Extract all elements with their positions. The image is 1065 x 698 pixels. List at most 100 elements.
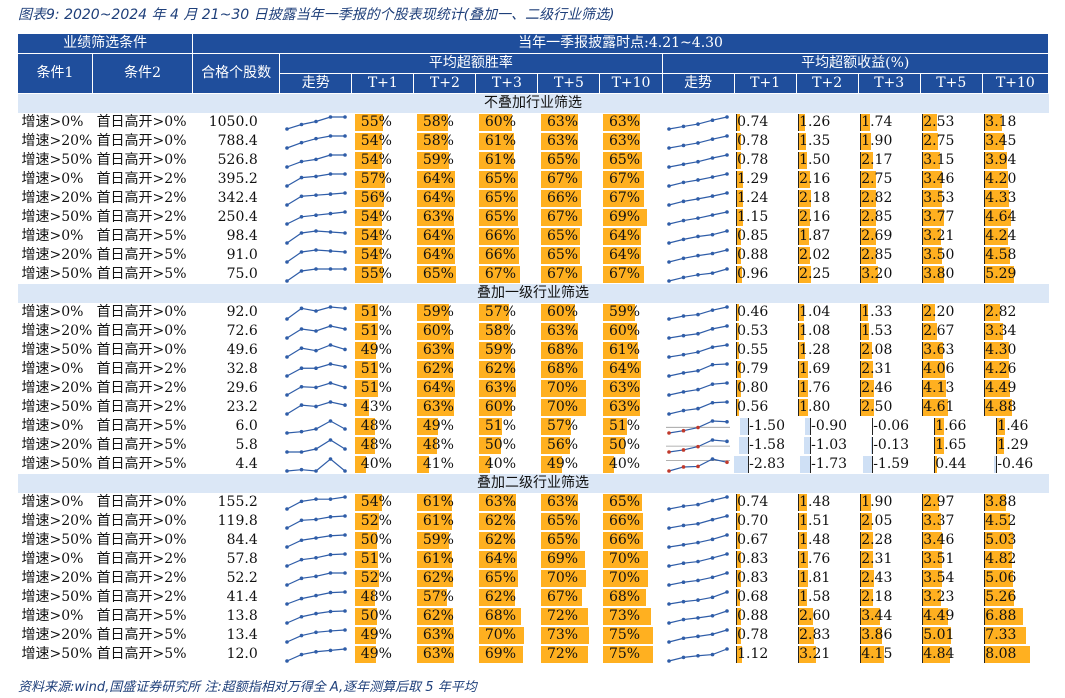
trend-sparkline (667, 646, 729, 663)
excess-value: 2.20 (923, 304, 955, 320)
excess-cell: 3.80 (920, 265, 982, 284)
excess-value: 1.80 (799, 399, 831, 415)
winrate-cell: 63% (538, 493, 600, 512)
excess-cell: 4.64 (982, 208, 1048, 227)
excess-cell: -1.50 (734, 417, 796, 436)
winrate-value: 67% (546, 266, 579, 282)
sparkline-point (696, 615, 700, 620)
winrate-trend-cell (280, 379, 352, 398)
excess-value: 1.50 (799, 152, 831, 168)
winrate-value: 65% (484, 190, 517, 206)
excess-cell: 3.20 (858, 265, 920, 284)
winrate-cell: 57% (538, 417, 600, 436)
winrate-trend-cell (280, 151, 352, 170)
sparkline-point (696, 444, 700, 448)
table-row: 增速>0% 首日高开>0% 1050.0 55% 58% 60% 63% 63% 0.74 1.2… (18, 113, 1049, 132)
sparkline-point (313, 426, 318, 431)
winrate-value: 49% (546, 456, 579, 472)
cond1-cell: 增速>20% (21, 247, 93, 263)
count-cell: 155.2 (217, 494, 258, 510)
excess-trend-cell (662, 208, 734, 227)
sparkline-point (299, 429, 304, 433)
sparkline-point (284, 145, 289, 150)
excess-cell: 2.46 (858, 379, 920, 398)
count-cell: 92.0 (226, 304, 258, 320)
winrate-value: 60% (546, 304, 579, 320)
excess-cell: 1.35 (796, 132, 858, 151)
excess-value: 0.46 (737, 304, 769, 320)
sparkline-point (710, 232, 715, 236)
cond1-cell: 增速>50% (21, 152, 93, 168)
excess-trend-cell (662, 360, 734, 379)
winrate-value: 67% (546, 171, 579, 187)
cond1-cell: 增速>50% (21, 532, 93, 548)
excess-value: 2.28 (861, 532, 893, 548)
count-cell: 57.8 (226, 551, 258, 567)
trend-sparkline (667, 380, 729, 397)
winrate-cell: 62% (476, 512, 538, 531)
table-row: 增速>0% 首日高开>5% 13.8 50% 62% 68% 72% 73% 0.88 2.60 3… (18, 607, 1049, 626)
winrate-cell: 65% (476, 170, 538, 189)
winrate-value: 65% (484, 171, 517, 187)
cond2-cell: 首日高开>2% (96, 399, 187, 415)
winrate-cell: 61% (414, 493, 476, 512)
excess-value: 3.50 (923, 247, 955, 263)
winrate-value: 49% (360, 646, 392, 662)
excess-trend-cell (662, 645, 734, 664)
excess-cell: 5.26 (982, 588, 1048, 607)
table-row: 增速>50% 首日高开>2% 23.2 43% 63% 60% 70% 63% 0.56 1.80… (18, 398, 1049, 417)
excess-trend-cell (662, 151, 734, 170)
sparkline-point (342, 114, 347, 119)
winrate-cell: 68% (538, 360, 600, 379)
cond2-cell: 首日高开>2% (96, 551, 187, 567)
excess-cell: 3.46 (920, 531, 982, 550)
sparkline-point (299, 122, 304, 126)
sparkline-point (299, 517, 304, 522)
sparkline-point (725, 380, 729, 385)
excess-value: 4.84 (923, 646, 955, 662)
excess-cell: 2.20 (920, 303, 982, 322)
table-row: 增速>50% 首日高开>5% 75.0 55% 65% 67% 67% 67% 0.96 2.25… (18, 265, 1049, 284)
trend-sparkline (284, 456, 347, 473)
winrate-cell: 64% (600, 360, 662, 379)
sparkline-point (681, 389, 686, 394)
excess-cell: 4.88 (982, 398, 1048, 417)
winrate-trend-cell (280, 246, 352, 265)
sparkline-point (696, 159, 700, 164)
winrate-cell: 51% (600, 417, 662, 436)
winrate-value: 64% (422, 171, 454, 187)
winrate-value: 66% (608, 532, 641, 548)
count-cell: 1050.0 (208, 114, 258, 130)
sparkline-point (696, 312, 700, 316)
excess-trend-cell (662, 341, 734, 360)
excess-cell: 3.44 (858, 607, 920, 626)
sparkline-point (284, 335, 289, 340)
table-row: 增速>20% 首日高开>0% 119.8 52% 61% 62% 65% 66% 0.70 1.5… (18, 512, 1049, 531)
winrate-value: 61% (422, 513, 454, 529)
excess-value: 4.88 (985, 399, 1017, 415)
excess-value: 1.46 (997, 418, 1029, 434)
sparkline-path (286, 248, 345, 262)
winrate-value: 50% (360, 608, 392, 624)
sparkline-point (667, 164, 671, 169)
sparkline-point (284, 316, 289, 321)
excess-cell: 1.66 (920, 417, 982, 436)
excess-value: 2.75 (861, 171, 893, 187)
winrate-value: 63% (484, 380, 517, 396)
winrate-cell: 66% (600, 512, 662, 531)
winrate-value: 60% (422, 323, 454, 339)
excess-value: 4.33 (985, 190, 1017, 206)
winrate-value: 59% (608, 304, 641, 320)
excess-trend-cell (662, 512, 734, 531)
sparkline-point (696, 349, 700, 354)
count-cell: 13.8 (226, 608, 258, 624)
count-cell: 52.2 (226, 570, 258, 586)
excess-cell: 5.29 (982, 265, 1048, 284)
sparkline-point (710, 652, 715, 656)
winrate-value: 63% (546, 114, 579, 130)
winrate-value: 63% (608, 399, 641, 415)
excess-cell: 2.18 (796, 189, 858, 208)
excess-trend-cell (662, 588, 734, 607)
sparkline-point (681, 523, 686, 527)
sparkline-point (681, 333, 686, 337)
